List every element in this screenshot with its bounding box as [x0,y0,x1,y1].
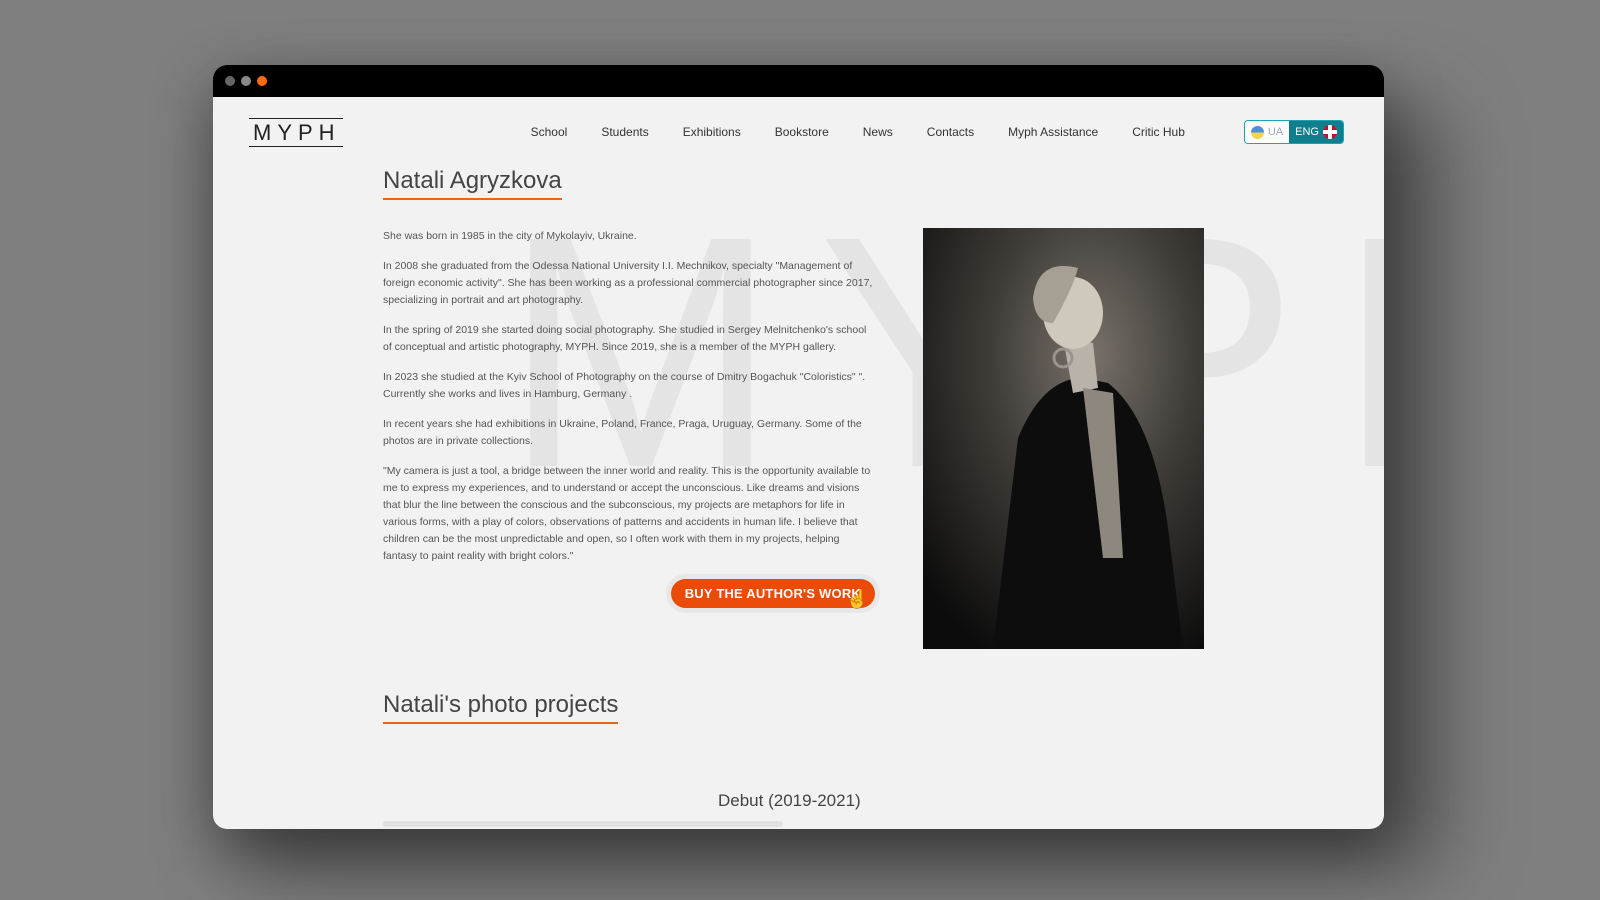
hand-cursor-icon: ☝ [846,589,869,609]
author-bio: She was born in 1985 in the city of Myko… [383,228,875,565]
author-portrait-image[interactable] [923,228,1204,649]
lang-option-ua[interactable]: UA [1244,121,1290,143]
bio-paragraph: In the spring of 2019 she started doing … [383,324,867,353]
window-dot-3[interactable] [257,76,267,86]
buy-authors-work-button[interactable]: BUY THE AUTHOR'S WORK ☝ [670,579,875,609]
nav-myph-assistance[interactable]: Myph Assistance [991,125,1115,139]
site-logo[interactable]: MYPH [249,117,343,147]
nav-contacts[interactable]: Contacts [910,125,991,139]
window-dot-1[interactable] [225,76,235,86]
projects-heading: Natali's photo projects [383,691,619,724]
author-name: Natali Agryzkova [383,167,562,200]
buy-button-label: BUY THE AUTHOR'S WORK [684,586,861,601]
buy-wrap: BUY THE AUTHOR'S WORK ☝ [383,579,875,609]
author-section: Natali Agryzkova She was born in 1985 in… [213,167,1384,724]
browser-window: MYPH MYPH School Students Exhibitions Bo… [213,65,1384,829]
portrait-illustration [923,228,1204,649]
page: MYPH MYPH School Students Exhibitions Bo… [213,97,1384,829]
language-switch: UA ENG [1243,120,1344,144]
bio-paragraph: In recent years she had exhibitions in U… [383,418,862,447]
bio-paragraph: In 2008 she graduated from the Odessa Na… [383,260,873,306]
lang-option-eng[interactable]: ENG [1289,121,1343,143]
bio-quote: "My camera is just a tool, a bridge betw… [383,465,871,562]
cut-off-text-line [383,821,783,827]
window-dot-2[interactable] [241,76,251,86]
main-nav: School Students Exhibitions Bookstore Ne… [514,125,1202,139]
nav-exhibitions[interactable]: Exhibitions [666,125,758,139]
lang-ua-label: UA [1267,126,1284,138]
nav-news[interactable]: News [846,125,910,139]
title-bar [213,65,1384,97]
bio-paragraph: In 2023 she studied at the Kyiv School o… [383,371,866,400]
project-title[interactable]: Debut (2019-2021) [718,791,861,811]
lang-eng-label: ENG [1295,126,1319,138]
nav-bookstore[interactable]: Bookstore [758,125,846,139]
bio-paragraph: She was born in 1985 in the city of Myko… [383,230,637,242]
nav-school[interactable]: School [514,125,585,139]
nav-students[interactable]: Students [584,125,665,139]
site-header: MYPH School Students Exhibitions Booksto… [213,97,1384,167]
uk-flag-icon [1323,125,1337,139]
ukraine-flag-icon [1250,125,1264,139]
nav-critic-hub[interactable]: Critic Hub [1115,125,1202,139]
